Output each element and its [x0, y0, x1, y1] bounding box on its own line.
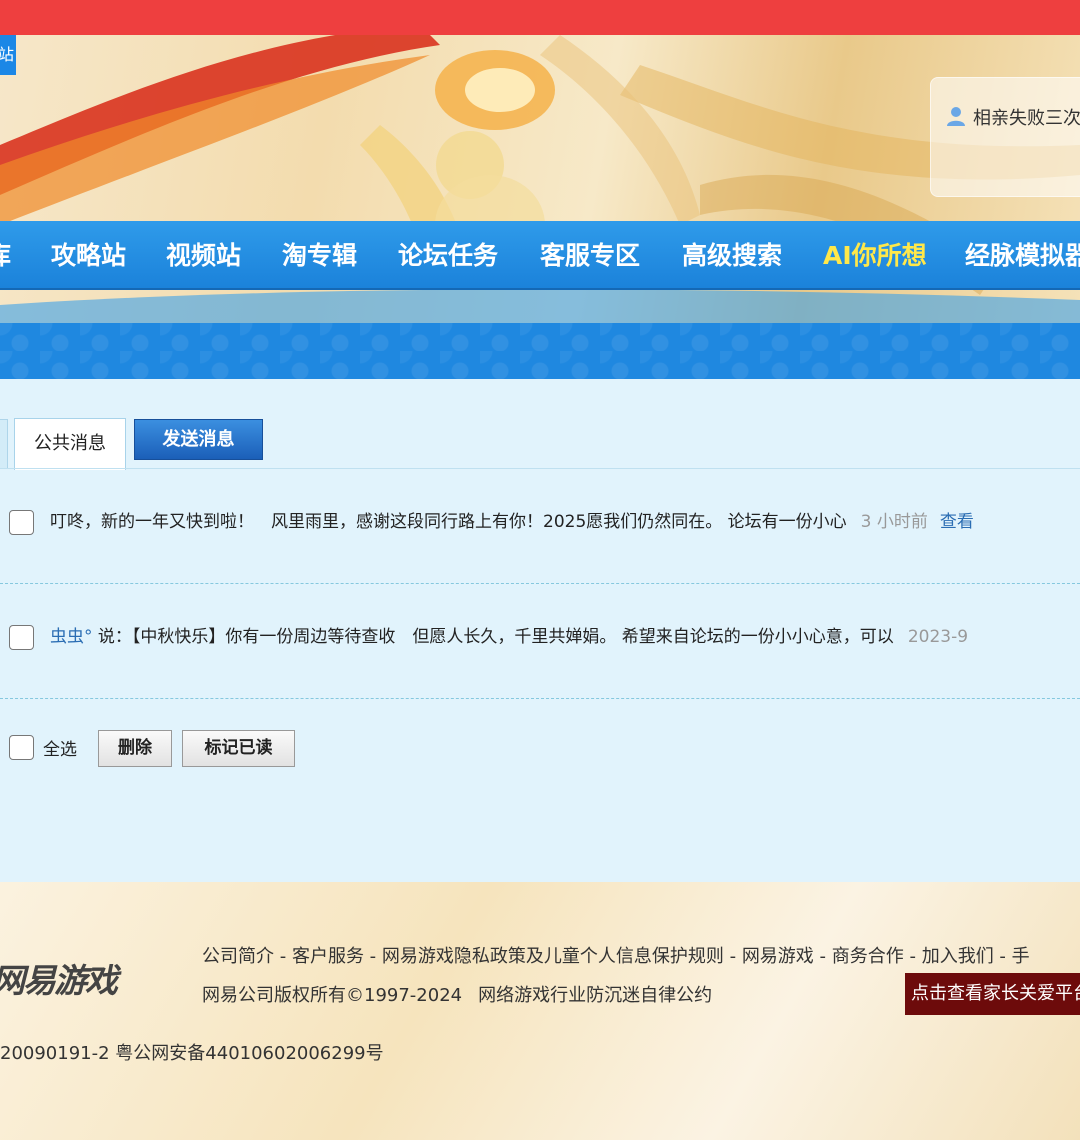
select-all-label[interactable]: 全选 — [43, 735, 77, 760]
self-discipline-link[interactable]: 网络游戏行业防沉迷自律公约 — [478, 985, 712, 1006]
copyright-text: 网易公司版权所有©1997-2024 — [202, 985, 463, 1006]
footer-copyright: 网易公司版权所有©1997-2024 网络游戏行业防沉迷自律公约 — [202, 981, 712, 1007]
footer: 网易游戏 公司简介 - 客户服务 - 网易游戏隐私政策及儿童个人信息保护规则 -… — [0, 882, 1080, 1140]
mark-read-button[interactable]: 标记已读 — [182, 730, 295, 767]
message-checkbox[interactable] — [9, 625, 34, 650]
main-nav: 库 攻略站 视频站 淘专辑 论坛任务 客服专区 高级搜索 AI你所想 经脉模拟器 — [0, 221, 1080, 290]
delete-button[interactable]: 删除 — [98, 730, 172, 767]
nav-item-service[interactable]: 客服专区 — [540, 221, 640, 290]
message-author[interactable]: 虫虫° — [50, 627, 93, 647]
send-message-button[interactable]: 发送消息 — [134, 419, 263, 460]
logo-text: 网易游戏 — [0, 961, 118, 998]
nav-item-ai[interactable]: AI你所想 — [823, 221, 927, 290]
message-text[interactable]: 虫虫° 说：【中秋快乐】你有一份周边等待查收 但愿人长久，千里共婵娟。 希望来自… — [50, 622, 968, 647]
user-icon — [947, 107, 965, 126]
user-panel: 相亲失败三次 — [930, 77, 1080, 197]
username-link[interactable]: 相亲失败三次 — [973, 104, 1080, 130]
message-row: 叮咚，新的一年又快到啦！ 风里雨里，感谢这段同行路上有你！2025愿我们仍然同在… — [0, 469, 1080, 584]
tab-private[interactable] — [0, 419, 8, 469]
select-all-checkbox[interactable] — [9, 735, 34, 760]
message-body: 叮咚，新的一年又快到啦！ 风里雨里，感谢这段同行路上有你！2025愿我们仍然同在… — [50, 512, 847, 532]
view-link[interactable]: 查看 — [940, 512, 974, 532]
bulk-actions: 全选 删除 标记已读 — [0, 729, 1080, 769]
message-row: 虫虫° 说：【中秋快乐】你有一份周边等待查收 但愿人长久，千里共婵娟。 希望来自… — [0, 584, 1080, 699]
message-content: 公共消息 发送消息 叮咚，新的一年又快到啦！ 风里雨里，感谢这段同行路上有你！2… — [0, 379, 1080, 882]
section-band — [0, 323, 1080, 379]
nav-item-album[interactable]: 淘专辑 — [282, 221, 357, 290]
nav-item-forum-task[interactable]: 论坛任务 — [398, 221, 498, 290]
message-body: 说：【中秋快乐】你有一份周边等待查收 但愿人长久，千里共婵娟。 希望来自论坛的一… — [92, 627, 894, 647]
site-tag[interactable]: 站 — [0, 35, 16, 75]
icp-record[interactable]: 20090191-2 粤公网安备44010602006299号 — [0, 1039, 384, 1065]
footer-links[interactable]: 公司简介 - 客户服务 - 网易游戏隐私政策及儿童个人信息保护规则 - 网易游戏… — [202, 942, 1030, 968]
message-time: 3 小时前 — [860, 512, 928, 532]
tab-public-messages[interactable]: 公共消息 — [14, 418, 126, 470]
nav-item-video[interactable]: 视频站 — [166, 221, 241, 290]
message-checkbox[interactable] — [9, 510, 34, 535]
parent-care-button[interactable]: 点击查看家长关爱平台 — [905, 973, 1080, 1015]
nav-item-advanced-search[interactable]: 高级搜索 — [682, 221, 782, 290]
top-bar — [0, 0, 1080, 35]
message-text[interactable]: 叮咚，新的一年又快到啦！ 风里雨里，感谢这段同行路上有你！2025愿我们仍然同在… — [50, 507, 974, 532]
nav-item-guide[interactable]: 攻略站 — [51, 221, 126, 290]
message-time: 2023-9 — [907, 627, 969, 647]
nav-item-library[interactable]: 库 — [0, 221, 11, 290]
nav-item-meridian-sim[interactable]: 经脉模拟器 — [965, 221, 1080, 290]
netease-games-logo[interactable]: 网易游戏 — [0, 952, 126, 998]
